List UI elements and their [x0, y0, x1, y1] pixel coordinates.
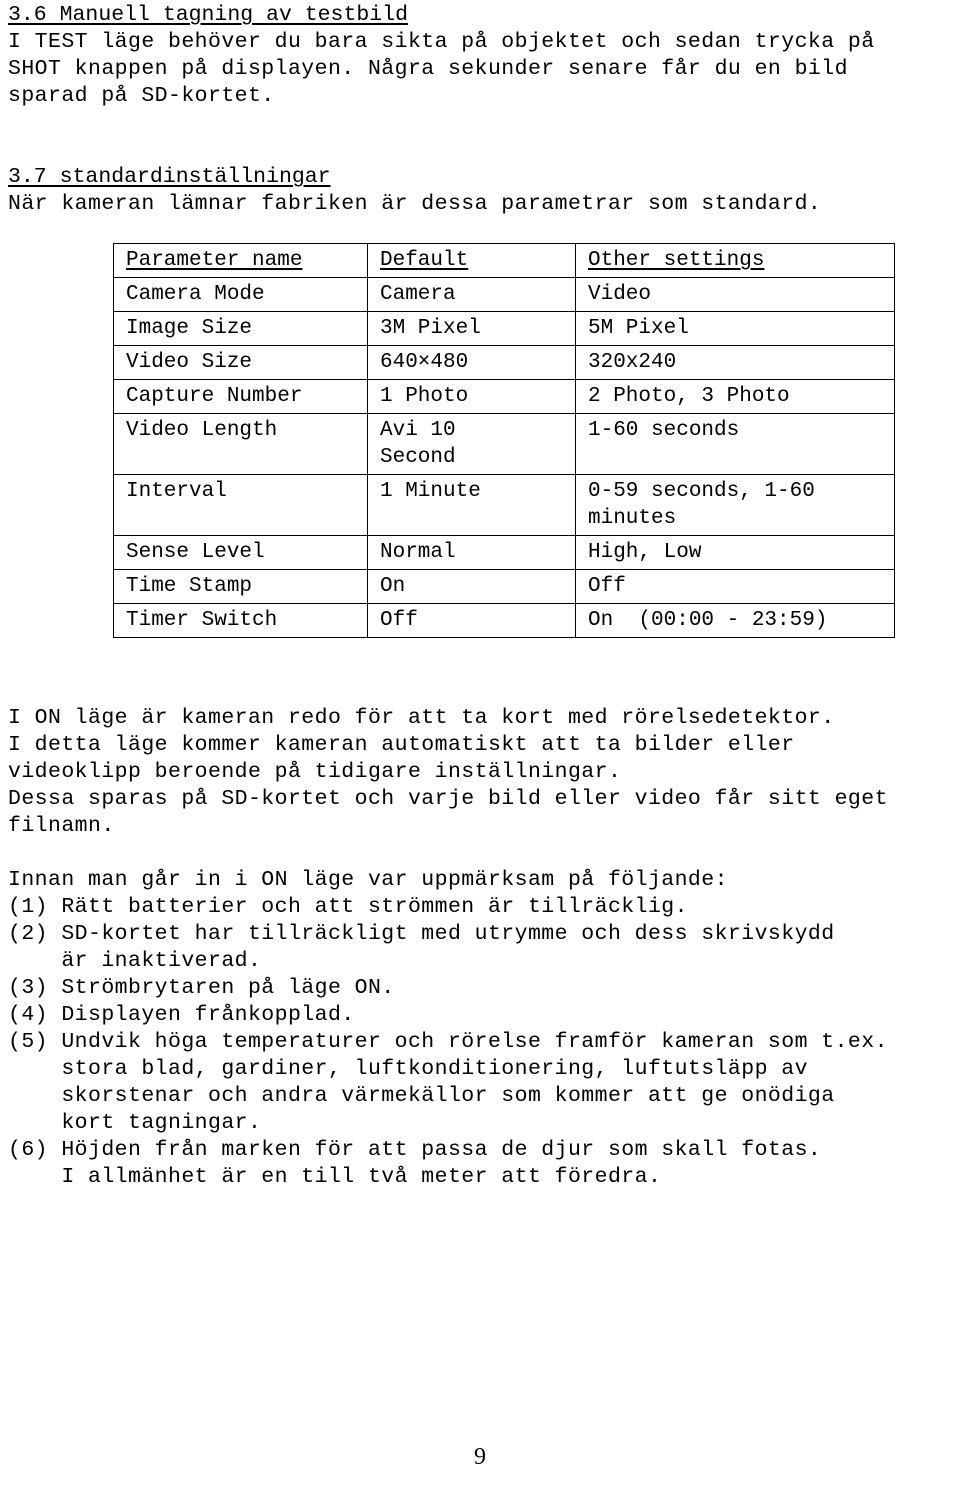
- on-mode-line-2: I detta läge kommer kameran automatiskt …: [8, 733, 795, 757]
- cell-parameter: Image Size: [113, 311, 368, 346]
- list-item: (5) Undvik höga temperaturer och rörelse…: [8, 1030, 888, 1054]
- cell-parameter: Time Stamp: [113, 569, 368, 604]
- cell-default: 640×480: [367, 345, 576, 380]
- table-row: Sense Level Normal High, Low: [113, 535, 895, 570]
- list-item: (3) Strömbrytaren på läge ON.: [8, 976, 395, 1000]
- list-item: skorstenar och andra värmekällor som kom…: [8, 1084, 835, 1108]
- default-settings-table-wrap: Parameter name Default Other settings Ca…: [113, 243, 895, 638]
- section-3-6-paragraph-line-2: SHOT knappen på displayen. Några sekunde…: [8, 57, 848, 81]
- upper-text-block: 3.6 Manuell tagning av testbild I TEST l…: [8, 2, 952, 218]
- cell-default: On: [367, 569, 576, 604]
- section-3-6-paragraph-line-3: sparad på SD-kortet.: [8, 84, 275, 108]
- table-row: Timer Switch Off On (00:00 - 23:59): [113, 603, 895, 638]
- list-item: (6) Höjden från marken för att passa de …: [8, 1138, 822, 1162]
- cell-other: 2 Photo, 3 Photo: [575, 379, 895, 414]
- table-row: Video Size 640×480 320x240: [113, 345, 895, 380]
- on-mode-line-4: Dessa sparas på SD-kortet och varje bild…: [8, 787, 888, 811]
- cell-other: On (00:00 - 23:59): [575, 603, 895, 638]
- list-item: I allmänhet är en till två meter att för…: [8, 1165, 662, 1189]
- cell-parameter: Interval: [113, 474, 368, 536]
- section-3-6-paragraph-line-1: I TEST läge behöver du bara sikta på obj…: [8, 30, 875, 54]
- cell-default: 3M Pixel: [367, 311, 576, 346]
- page-number: 9: [474, 1444, 486, 1470]
- cell-other: 0-59 seconds, 1-60 minutes: [575, 474, 895, 536]
- list-item: (1) Rätt batterier och att strömmen är t…: [8, 895, 688, 919]
- cell-default: 1 Photo: [367, 379, 576, 414]
- cell-other: Off: [575, 569, 895, 604]
- document-page: 3.6 Manuell tagning av testbild I TEST l…: [0, 0, 960, 1499]
- section-3-6-heading: 3.6 Manuell tagning av testbild: [8, 2, 952, 29]
- table-row: Time Stamp On Off: [113, 569, 895, 604]
- table-header-row: Parameter name Default Other settings: [113, 243, 895, 278]
- list-item: är inaktiverad.: [8, 949, 262, 973]
- on-mode-line-3: videoklipp beroende på tidigare inställn…: [8, 760, 622, 784]
- cell-parameter: Camera Mode: [113, 277, 368, 312]
- cell-default: Avi 10 Second: [367, 413, 576, 475]
- list-item: kort tagningar.: [8, 1111, 262, 1135]
- default-settings-table: Parameter name Default Other settings Ca…: [113, 243, 895, 638]
- table-header-default: Default: [367, 243, 576, 278]
- cell-default: Off: [367, 603, 576, 638]
- cell-other: High, Low: [575, 535, 895, 570]
- cell-other: 320x240: [575, 345, 895, 380]
- section-3-7-heading-text: 3.7 standardinställningar: [8, 165, 331, 189]
- on-mode-line-5: filnamn.: [8, 814, 115, 838]
- lower-text-block: I ON läge är kameran redo för att ta kor…: [8, 705, 952, 1191]
- table-row: Interval 1 Minute 0-59 seconds, 1-60 min…: [113, 474, 895, 536]
- cell-default: Camera: [367, 277, 576, 312]
- list-item: (4) Displayen frånkopplad.: [8, 1003, 355, 1027]
- on-mode-line-1: I ON läge är kameran redo för att ta kor…: [8, 706, 835, 730]
- cell-parameter: Sense Level: [113, 535, 368, 570]
- cell-parameter: Video Size: [113, 345, 368, 380]
- cell-other: 1-60 seconds: [575, 413, 895, 475]
- table-row: Camera Mode Camera Video: [113, 277, 895, 312]
- cell-other: Video: [575, 277, 895, 312]
- table-row: Image Size 3M Pixel 5M Pixel: [113, 311, 895, 346]
- cell-other: 5M Pixel: [575, 311, 895, 346]
- table-row: Capture Number 1 Photo 2 Photo, 3 Photo: [113, 379, 895, 414]
- checklist-intro: Innan man går in i ON läge var uppmärksa…: [8, 868, 728, 892]
- cell-parameter: Timer Switch: [113, 603, 368, 638]
- cell-parameter: Video Length: [113, 413, 368, 475]
- cell-default: Normal: [367, 535, 576, 570]
- section-3-7-heading: 3.7 standardinställningar: [8, 164, 952, 191]
- section-3-6-heading-text: 3.6 Manuell tagning av testbild: [8, 3, 408, 27]
- section-3-7-intro: När kameran lämnar fabriken är dessa par…: [8, 192, 822, 216]
- table-header-other: Other settings: [575, 243, 895, 278]
- list-item: stora blad, gardiner, luftkonditionering…: [8, 1057, 808, 1081]
- list-item: (2) SD-kortet har tillräckligt med utrym…: [8, 922, 835, 946]
- table-header-parameter: Parameter name: [113, 243, 368, 278]
- table-row: Video Length Avi 10 Second 1-60 seconds: [113, 413, 895, 475]
- cell-parameter: Capture Number: [113, 379, 368, 414]
- cell-default: 1 Minute: [367, 474, 576, 536]
